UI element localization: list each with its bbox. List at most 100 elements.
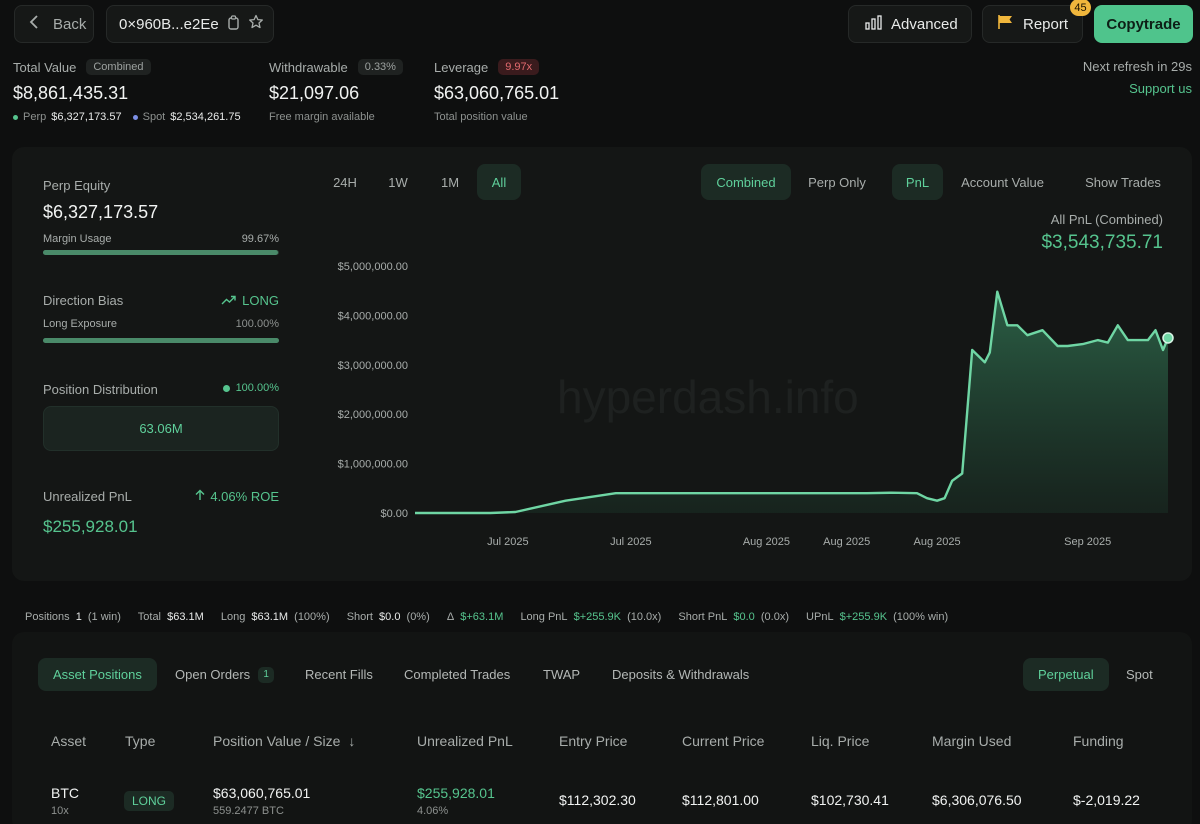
bar-chart-icon bbox=[865, 14, 882, 34]
direction-bias-label: Direction Bias bbox=[43, 293, 124, 308]
position-distribution-block[interactable]: 63.06M bbox=[43, 406, 279, 451]
row-liq-price: $102,730.41 bbox=[811, 792, 889, 808]
row-upnl: $255,928.01 bbox=[417, 785, 495, 801]
tab-twap[interactable]: TWAP bbox=[543, 658, 580, 691]
pnl-chart: hyperdash.info $5,000,000.00 $4,000,000.0… bbox=[338, 261, 1174, 548]
metric-pnl[interactable]: PnL bbox=[892, 164, 943, 200]
direction-bias-value: LONG bbox=[242, 293, 279, 308]
col-entry-price[interactable]: Entry Price bbox=[559, 733, 627, 749]
y-tick-label: $5,000,000.00 bbox=[338, 261, 408, 273]
long-exposure-bar bbox=[43, 338, 279, 343]
mode-combined[interactable]: Combined bbox=[701, 164, 791, 200]
advanced-button[interactable]: Advanced bbox=[848, 5, 972, 43]
sort-desc-icon[interactable]: ↓ bbox=[348, 733, 355, 749]
summary-long-pnl-x: (10.0x) bbox=[627, 611, 662, 623]
tab-spot[interactable]: Spot bbox=[1126, 658, 1153, 691]
flag-icon bbox=[997, 14, 1014, 34]
open-orders-count: 1 bbox=[258, 666, 275, 683]
leverage-sub: Total position value bbox=[434, 111, 528, 123]
tab-asset-positions[interactable]: Asset Positions bbox=[38, 658, 157, 691]
y-tick-label: $3,000,000.00 bbox=[338, 360, 408, 372]
col-asset[interactable]: Asset bbox=[51, 733, 86, 749]
spot-label: Spot bbox=[142, 111, 166, 123]
summary-total-label: Total bbox=[137, 611, 162, 623]
row-upnl-pct: 4.06% bbox=[417, 805, 449, 817]
tab-deposits-withdrawals[interactable]: Deposits & Withdrawals bbox=[612, 658, 749, 691]
pnl-endpoint[interactable] bbox=[1162, 332, 1174, 344]
support-link[interactable]: Support us bbox=[1129, 81, 1192, 96]
range-1w[interactable]: 1W bbox=[376, 164, 420, 200]
long-exposure-value: 100.00% bbox=[235, 318, 279, 330]
row-asset: BTC bbox=[51, 785, 79, 801]
margin-usage-fill bbox=[43, 250, 279, 255]
roe-value: 4.06% ROE bbox=[210, 489, 279, 504]
x-tick-label: Aug 2025 bbox=[823, 536, 870, 548]
perp-equity-value: $6,327,173.57 bbox=[43, 202, 159, 222]
leverage-pill: 9.97x bbox=[498, 59, 540, 75]
metric-account-value[interactable]: Account Value bbox=[950, 164, 1055, 200]
col-margin-used[interactable]: Margin Used bbox=[932, 733, 1011, 749]
show-trades-toggle[interactable]: Show Trades bbox=[1075, 164, 1171, 200]
trending-up-icon bbox=[221, 293, 236, 308]
long-exposure-fill bbox=[43, 338, 279, 343]
watermark-text: hyperdash.info bbox=[557, 371, 859, 423]
range-24h[interactable]: 24H bbox=[320, 164, 370, 200]
tab-perpetual[interactable]: Perpetual bbox=[1023, 658, 1109, 691]
positions-summary: Positions 1 (1 win) Total $63.1M Long $6… bbox=[25, 611, 951, 623]
col-funding[interactable]: Funding bbox=[1073, 733, 1124, 749]
withdrawable-sub: Free margin available bbox=[269, 111, 375, 123]
x-tick-label: Aug 2025 bbox=[914, 536, 961, 548]
unrealized-pnl-label: Unrealized PnL bbox=[43, 489, 132, 504]
unrealized-pnl-value: $255,928.01 bbox=[43, 517, 138, 536]
summary-short-pnl-label: Short PnL bbox=[678, 611, 728, 623]
row-entry-price: $112,302.30 bbox=[559, 792, 636, 808]
col-type[interactable]: Type bbox=[125, 733, 155, 749]
tab-completed-trades[interactable]: Completed Trades bbox=[404, 658, 510, 691]
x-tick-label: Sep 2025 bbox=[1064, 536, 1111, 548]
back-label: Back bbox=[53, 15, 87, 33]
x-axis: Jul 2025 Jul 2025 Aug 2025 Aug 2025 Aug 2025… bbox=[487, 536, 1111, 548]
col-position-value-label: Position Value / Size bbox=[213, 733, 341, 749]
report-button[interactable]: Report bbox=[982, 5, 1083, 43]
back-button[interactable]: Back bbox=[14, 5, 94, 43]
row-leverage: 10x bbox=[51, 805, 69, 817]
summary-positions-value: 1 bbox=[75, 611, 82, 623]
range-1m[interactable]: 1M bbox=[428, 164, 472, 200]
total-value-label: Total Value bbox=[13, 59, 77, 75]
summary-upnl-label: UPnL bbox=[806, 611, 834, 623]
summary-short-pnl-value: $0.0 bbox=[733, 611, 755, 623]
mode-perp-only[interactable]: Perp Only bbox=[797, 164, 877, 200]
summary-positions-win: (1 win) bbox=[87, 611, 121, 623]
summary-long-value: $63.1M bbox=[251, 611, 289, 623]
position-distribution-value: 100.00% bbox=[235, 382, 279, 394]
range-all[interactable]: All bbox=[477, 164, 521, 200]
spot-value: $2,534,261.75 bbox=[170, 111, 241, 123]
summary-delta-value: $+63.1M bbox=[460, 611, 504, 623]
report-label: Report bbox=[1023, 15, 1069, 33]
star-icon[interactable] bbox=[248, 14, 264, 34]
tab-recent-fills[interactable]: Recent Fills bbox=[305, 658, 373, 691]
y-tick-label: $4,000,000.00 bbox=[338, 310, 408, 322]
total-value: $8,861,435.31 bbox=[13, 83, 129, 103]
copytrade-button[interactable]: Copytrade bbox=[1094, 5, 1193, 43]
tab-open-orders-label: Open Orders bbox=[175, 667, 251, 682]
summary-short-value: $0.0 bbox=[379, 611, 401, 623]
address-chip[interactable]: 0×960B...e2Ee bbox=[106, 5, 274, 43]
perp-dot-icon bbox=[13, 114, 18, 120]
dot-icon bbox=[222, 384, 230, 392]
y-tick-label: $0.00 bbox=[380, 508, 408, 520]
col-current-price[interactable]: Current Price bbox=[682, 733, 764, 749]
col-position-value[interactable]: Position Value / Size ↓ bbox=[213, 733, 355, 749]
y-tick-label: $1,000,000.00 bbox=[338, 459, 408, 471]
summary-short-pct: (0%) bbox=[406, 611, 430, 623]
summary-upnl-win: (100% win) bbox=[893, 611, 949, 623]
row-margin-used: $6,306,076.50 bbox=[932, 792, 1022, 808]
report-count-badge: 45 bbox=[1070, 0, 1091, 16]
y-axis: $5,000,000.00 $4,000,000.00 $3,000,000.00 $… bbox=[338, 261, 408, 520]
row-current-price: $112,801.00 bbox=[682, 792, 759, 808]
col-liq-price[interactable]: Liq. Price bbox=[811, 733, 869, 749]
copy-icon[interactable] bbox=[227, 14, 240, 34]
col-unrealized-pnl[interactable]: Unrealized PnL bbox=[417, 733, 513, 749]
withdrawable-pill: 0.33% bbox=[357, 59, 403, 75]
tab-open-orders[interactable]: Open Orders 1 bbox=[175, 658, 275, 691]
